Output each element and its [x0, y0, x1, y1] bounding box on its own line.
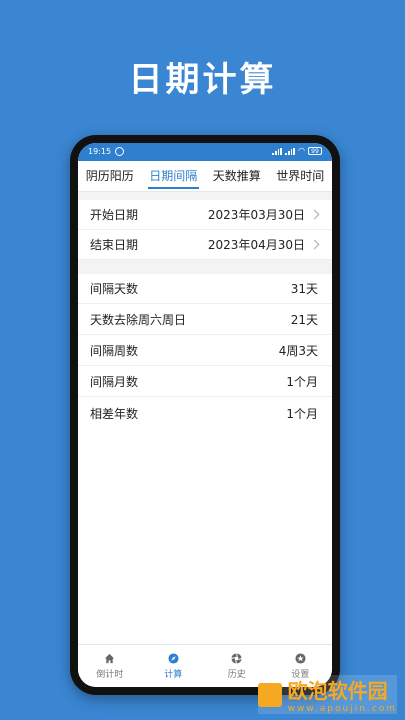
tab-days-projection[interactable]: 天数推算	[205, 161, 269, 191]
end-date-label: 结束日期	[90, 238, 139, 252]
result-value: 31天	[290, 282, 318, 296]
result-row: 相差年数 1个月	[78, 398, 332, 428]
result-label: 间隔周数	[90, 344, 139, 358]
watermark: 欧泡软件园 www.apoujin.com	[257, 675, 397, 714]
nav-countdown[interactable]: 倒计时	[78, 645, 142, 687]
end-date-value: 2023年04月30日	[207, 238, 305, 252]
end-date-row[interactable]: 结束日期 2023年04月30日	[78, 230, 332, 260]
phone-screen: 19:15 ◠ 99 阴历阳历 日期间隔 天数推算 世界时间 开始日期 2023…	[78, 143, 332, 687]
status-time: 19:15	[88, 147, 112, 156]
page-title: 日期计算	[128, 60, 277, 100]
watermark-url: www.apoujin.com	[287, 704, 397, 714]
signal-icon-2	[285, 147, 296, 155]
battery-icon: 99	[308, 147, 322, 155]
tab-date-interval[interactable]: 日期间隔	[142, 161, 206, 191]
phone-frame: 19:15 ◠ 99 阴历阳历 日期间隔 天数推算 世界时间 开始日期 2023…	[70, 135, 340, 695]
tab-world-time[interactable]: 世界时间	[269, 161, 333, 191]
section-divider	[78, 260, 332, 274]
watermark-logo-icon	[257, 682, 282, 707]
compass-icon	[168, 652, 179, 664]
chevron-right-icon	[309, 239, 320, 250]
start-date-row[interactable]: 开始日期 2023年03月30日	[78, 200, 332, 230]
aperture-icon	[231, 652, 242, 664]
result-value: 1个月	[286, 375, 318, 389]
signal-icon	[272, 147, 283, 155]
star-icon	[295, 652, 306, 664]
home-icon	[105, 653, 115, 663]
result-row: 天数去除周六周日 21天	[78, 305, 332, 335]
tab-lunar-solar[interactable]: 阴历阳历	[78, 161, 142, 191]
start-date-value: 2023年03月30日	[207, 208, 305, 222]
result-row: 间隔周数 4周3天	[78, 336, 332, 366]
nav-calculate[interactable]: 计算	[142, 645, 206, 687]
result-label: 间隔天数	[90, 282, 139, 296]
nav-label: 计算	[164, 669, 183, 680]
result-row: 间隔天数 31天	[78, 274, 332, 304]
result-value: 1个月	[286, 406, 318, 421]
result-value: 4周3天	[278, 344, 318, 358]
nav-label: 历史	[227, 669, 246, 680]
watermark-text: 欧泡软件园	[287, 679, 388, 703]
wifi-icon: ◠	[298, 146, 305, 155]
result-value: 21天	[290, 313, 318, 327]
section-divider	[78, 192, 332, 200]
start-date-label: 开始日期	[90, 208, 139, 222]
result-label: 天数去除周六周日	[90, 313, 187, 327]
alarm-icon	[115, 147, 125, 156]
status-bar: 19:15 ◠ 99	[78, 143, 332, 161]
nav-label: 倒计时	[96, 669, 124, 680]
chevron-right-icon	[309, 209, 320, 220]
result-row: 间隔月数 1个月	[78, 367, 332, 397]
result-label: 相差年数	[90, 406, 139, 421]
result-label: 间隔月数	[90, 375, 139, 389]
tab-bar: 阴历阳历 日期间隔 天数推算 世界时间	[78, 161, 332, 192]
